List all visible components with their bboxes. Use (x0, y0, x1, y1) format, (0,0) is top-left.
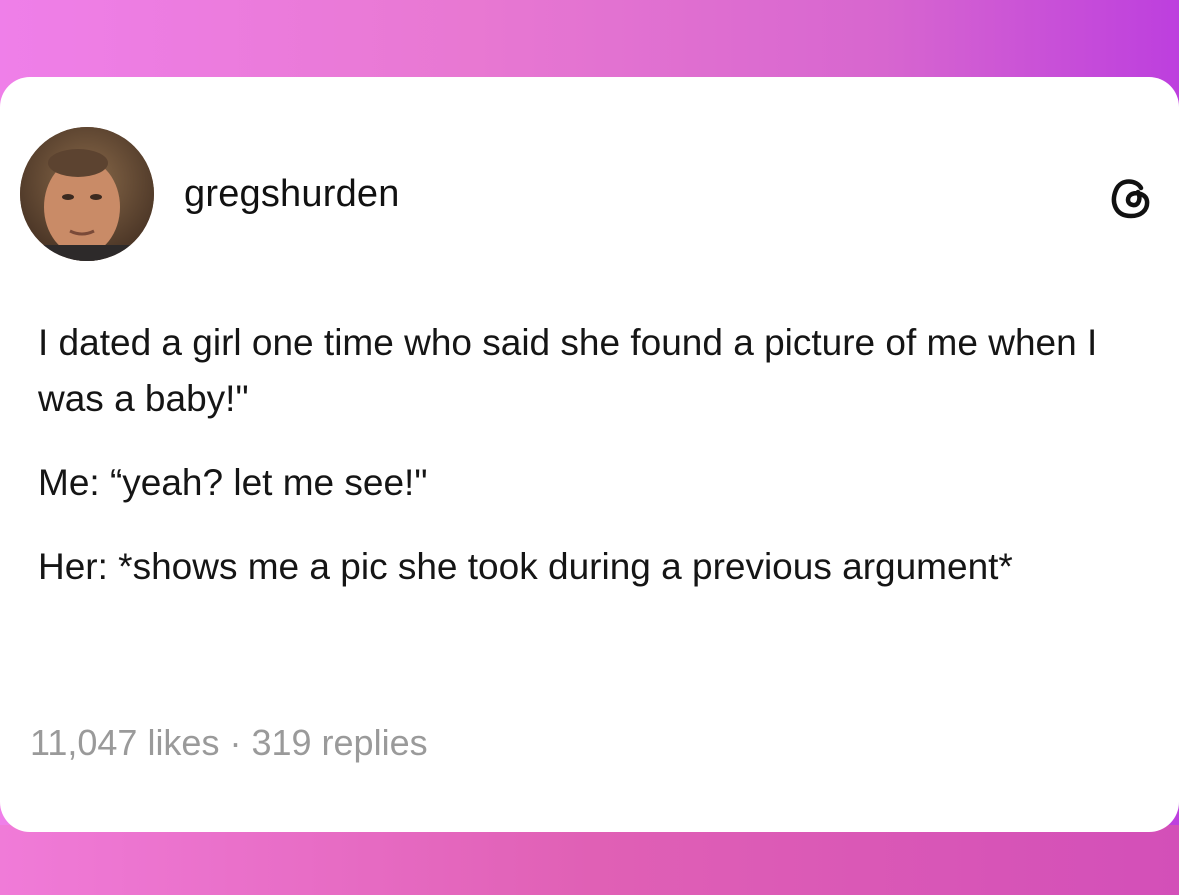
stats-separator: · (229, 722, 242, 763)
replies-count[interactable]: 319 replies (251, 722, 427, 763)
likes-count[interactable]: 11,047 likes (30, 722, 219, 763)
post-card: gregshurden I dated a girl one time who … (0, 77, 1179, 832)
avatar[interactable] (20, 127, 154, 261)
post-body: I dated a girl one time who said she fou… (38, 315, 1138, 623)
post-paragraph: I dated a girl one time who said she fou… (38, 322, 1098, 419)
threads-logo-icon[interactable] (1107, 174, 1155, 222)
avatar-photo-icon (20, 127, 154, 261)
post-header: gregshurden (0, 77, 1179, 307)
post-paragraph: Me: “yeah? let me see!" (38, 462, 428, 503)
post-paragraph: Her: *shows me a pic she took during a p… (38, 546, 1013, 587)
post-stats: 11,047 likes · 319 replies (30, 722, 428, 764)
background-gradient-bottom (0, 825, 1179, 895)
username[interactable]: gregshurden (184, 173, 400, 216)
